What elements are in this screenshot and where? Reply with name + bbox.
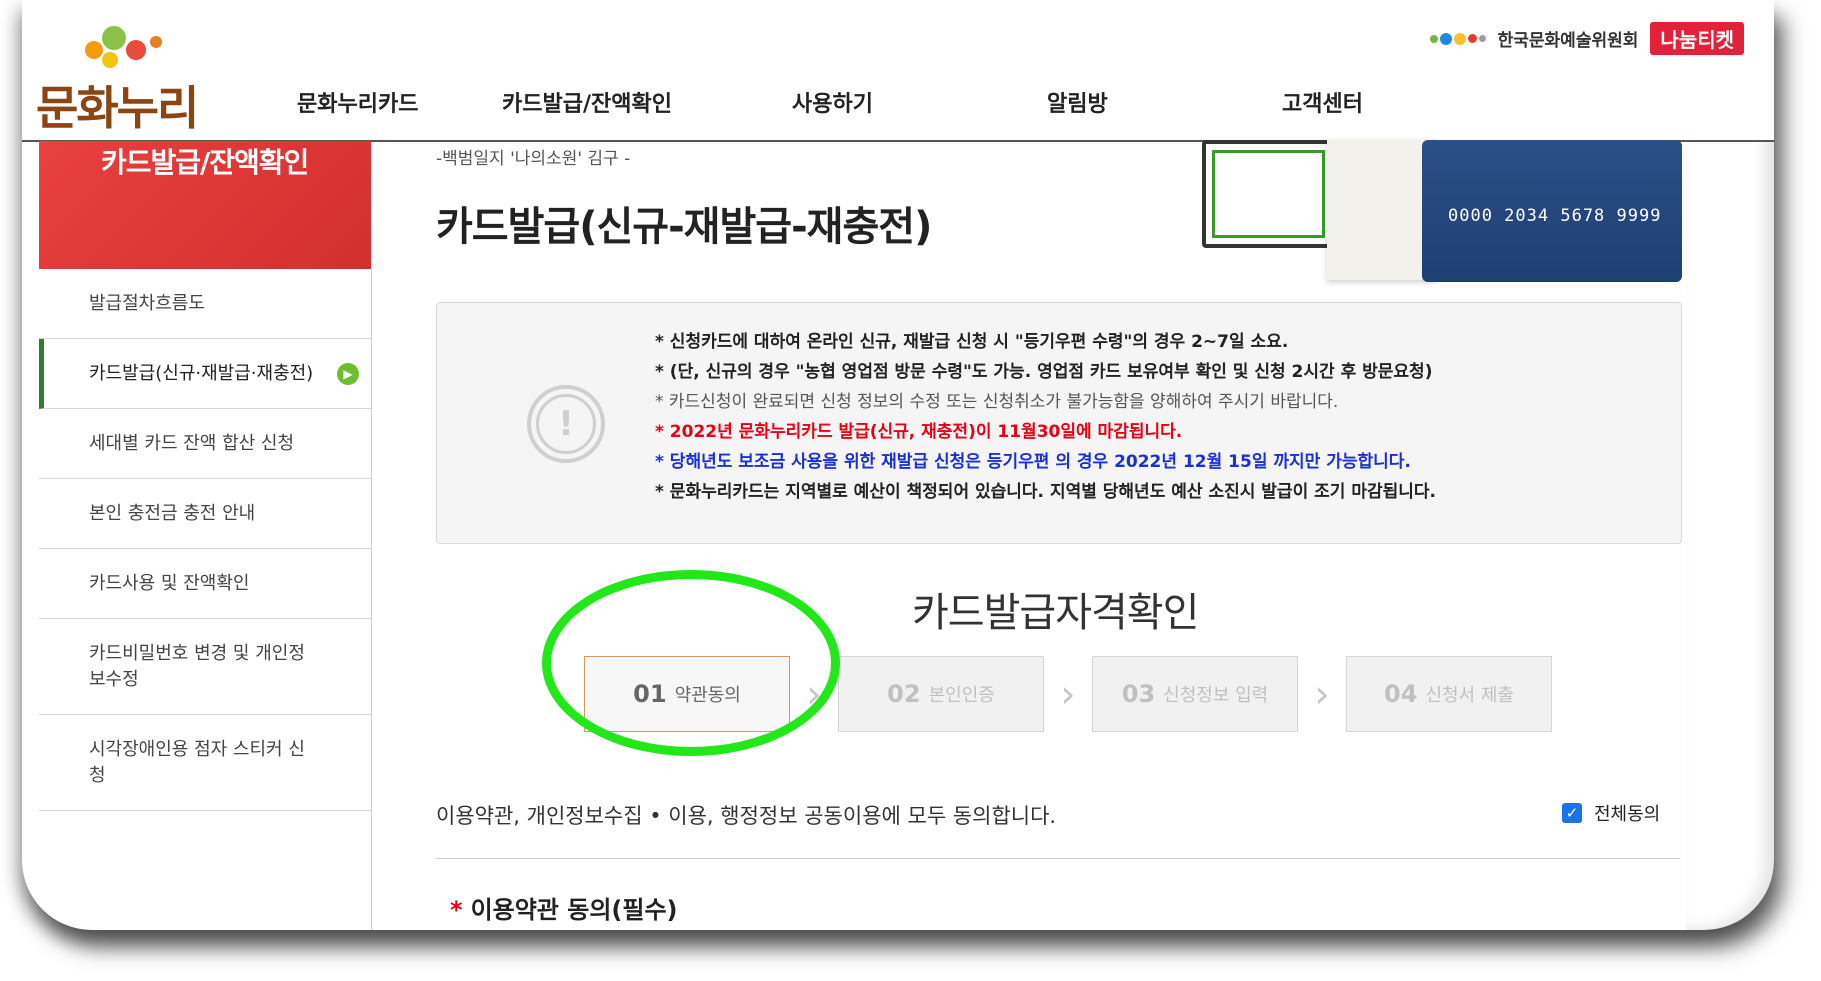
logo-flower-icon [85, 26, 162, 68]
step-number: 03 [1121, 680, 1156, 708]
site-logo[interactable]: 문화누리 [36, 20, 216, 135]
nav-usage[interactable]: 사용하기 [792, 86, 1047, 118]
step-label: 신청정보 입력 [1163, 685, 1269, 706]
quote-text: -백범일지 '나의소원' 김구 - [436, 149, 631, 169]
arko-name[interactable]: 한국문화예술위원회 [1498, 26, 1639, 51]
card-number: 0000 2034 5678 9999 [1448, 206, 1662, 226]
nav-notice[interactable]: 알림방 [1047, 86, 1282, 118]
chevron-right-icon: › [1060, 672, 1076, 716]
chevron-right-icon: › [806, 672, 822, 716]
arko-logo-icon [1429, 32, 1488, 45]
step-label: 본인인증 [928, 685, 995, 706]
terms-section-title: * 이용약관 동의(필수) [450, 890, 678, 925]
notice-line-reissue: * 당해년도 보조금 사용을 위한 재발급 신청은 등기우편 의 경우 2022… [655, 452, 1411, 472]
nav-card-issue[interactable]: 카드발급/잔액확인 [502, 86, 792, 118]
notice-line: * 문화누리카드는 지역별로 예산이 책정되어 있습니다. 지역별 당해년도 예… [655, 482, 1436, 502]
step-identity-verify[interactable]: 02 본인인증 [838, 656, 1044, 732]
sidebar-item-label: 시각장애인용 점자 스티커 신청 [89, 739, 305, 786]
sidebar-item-balance-merge[interactable]: 세대별 카드 잔액 합산 신청 [39, 409, 371, 479]
sidebar-item-label: 세대별 카드 잔액 합산 신청 [89, 432, 295, 454]
culture-card-illustration [1327, 140, 1437, 280]
page-title: 카드발급(신규-재발급-재충전) [436, 204, 932, 250]
step-number: 01 [633, 680, 667, 708]
notice-lines: * 신청카드에 대하여 온라인 신규, 재발급 신청 시 "등기우편 수령"의 … [655, 327, 1436, 507]
required-mark: * [450, 896, 463, 924]
notice-line-deadline: * 2022년 문화누리카드 발급(신규, 재충전)이 11월30일에 마감됩니… [655, 422, 1183, 442]
terms-title-text: 이용약관 동의(필수) [470, 896, 678, 924]
logo-text: 문화누리 [36, 81, 199, 135]
agree-all-checkbox[interactable]: ✓ 전체동의 [1562, 800, 1660, 826]
nav-culture-card[interactable]: 문화누리카드 [297, 86, 502, 118]
agree-all-description: 이용약관, 개인정보수집 • 이용, 행정정보 공동이용에 모두 동의합니다. [436, 804, 1057, 828]
divider [436, 858, 1680, 859]
notice-line: * 신청카드에 대하여 온라인 신규, 재발급 신청 시 "등기우편 수령"의 … [655, 332, 1289, 352]
chevron-right-icon: ▶ [337, 362, 359, 385]
main-nav: 문화누리카드 카드발급/잔액확인 사용하기 알림방 고객센터 [297, 86, 1363, 118]
step-number: 04 [1384, 680, 1418, 708]
nav-customer-center[interactable]: 고객센터 [1282, 86, 1363, 118]
sidebar-item-label: 카드발급(신규·재발급·재충전) [89, 362, 314, 384]
sidebar-menu: 발급절차흐름도 카드발급(신규·재발급·재충전) ▶ 세대별 카드 잔액 합산 … [39, 269, 372, 930]
agree-all-label[interactable]: 전체동의 [1594, 800, 1660, 826]
monitor-illustration-icon [1202, 140, 1335, 248]
step-label: 신청서 제출 [1425, 685, 1514, 706]
sidebar-item-label: 카드사용 및 잔액확인 [89, 572, 250, 594]
partner-logos: 한국문화예술위원회 나눔티켓 [1429, 22, 1744, 55]
notice-box: ! * 신청카드에 대하여 온라인 신규, 재발급 신청 시 "등기우편 수령"… [436, 302, 1682, 544]
nanum-ticket-logo[interactable]: 나눔티켓 [1650, 22, 1744, 55]
checkmark-icon[interactable]: ✓ [1562, 803, 1582, 823]
nh-card-illustration: 0000 2034 5678 9999 [1422, 140, 1682, 282]
site-header: 문화누리 문화누리카드 카드발급/잔액확인 사용하기 알림방 고객센터 한국문화… [22, 0, 1774, 142]
sidebar-item-label: 카드비밀번호 변경 및 개인정보수정 [89, 643, 305, 690]
sidebar-item-password-change[interactable]: 카드비밀번호 변경 및 개인정보수정 [39, 619, 371, 715]
section-title: 카드발급자격확인 [912, 590, 1199, 636]
step-number: 02 [887, 680, 921, 708]
sidebar-item-label: 발급절차흐름도 [89, 292, 205, 314]
sidebar-item-label: 본인 충전금 충전 안내 [89, 502, 256, 524]
exclamation-icon: ! [527, 385, 605, 463]
step-terms-agree[interactable]: 01 약관동의 [584, 656, 790, 732]
step-application-info[interactable]: 03 신청정보 입력 [1092, 656, 1298, 732]
sidebar-item-balance-check[interactable]: 카드사용 및 잔액확인 [39, 549, 371, 619]
sidebar-item-card-issue[interactable]: 카드발급(신규·재발급·재충전) ▶ [39, 339, 371, 409]
step-indicator: 01 약관동의 › 02 본인인증 › 03 신청정보 입력 › 04 신청서 … [584, 656, 1552, 732]
notice-line: * 카드신청이 완료되면 신청 정보의 수정 또는 신청취소가 불가능함을 양해… [655, 392, 1339, 412]
sidebar-banner: 카드발급/잔액확인 [39, 141, 371, 269]
page-frame: 문화누리 문화누리카드 카드발급/잔액확인 사용하기 알림방 고객센터 한국문화… [22, 0, 1774, 930]
sidebar-item-issue-flow[interactable]: 발급절차흐름도 [39, 269, 371, 339]
sidebar-item-recharge-guide[interactable]: 본인 충전금 충전 안내 [39, 479, 371, 549]
notice-line: * (단, 신규의 경우 "농협 영업점 방문 수령"도 가능. 영업점 카드 … [655, 362, 1433, 382]
sidebar-item-braille-sticker[interactable]: 시각장애인용 점자 스티커 신청 [39, 715, 371, 811]
sidebar-banner-title: 카드발급/잔액확인 [101, 146, 309, 179]
step-submit[interactable]: 04 신청서 제출 [1346, 656, 1552, 732]
step-label: 약관동의 [674, 685, 741, 706]
chevron-right-icon: › [1314, 672, 1330, 716]
